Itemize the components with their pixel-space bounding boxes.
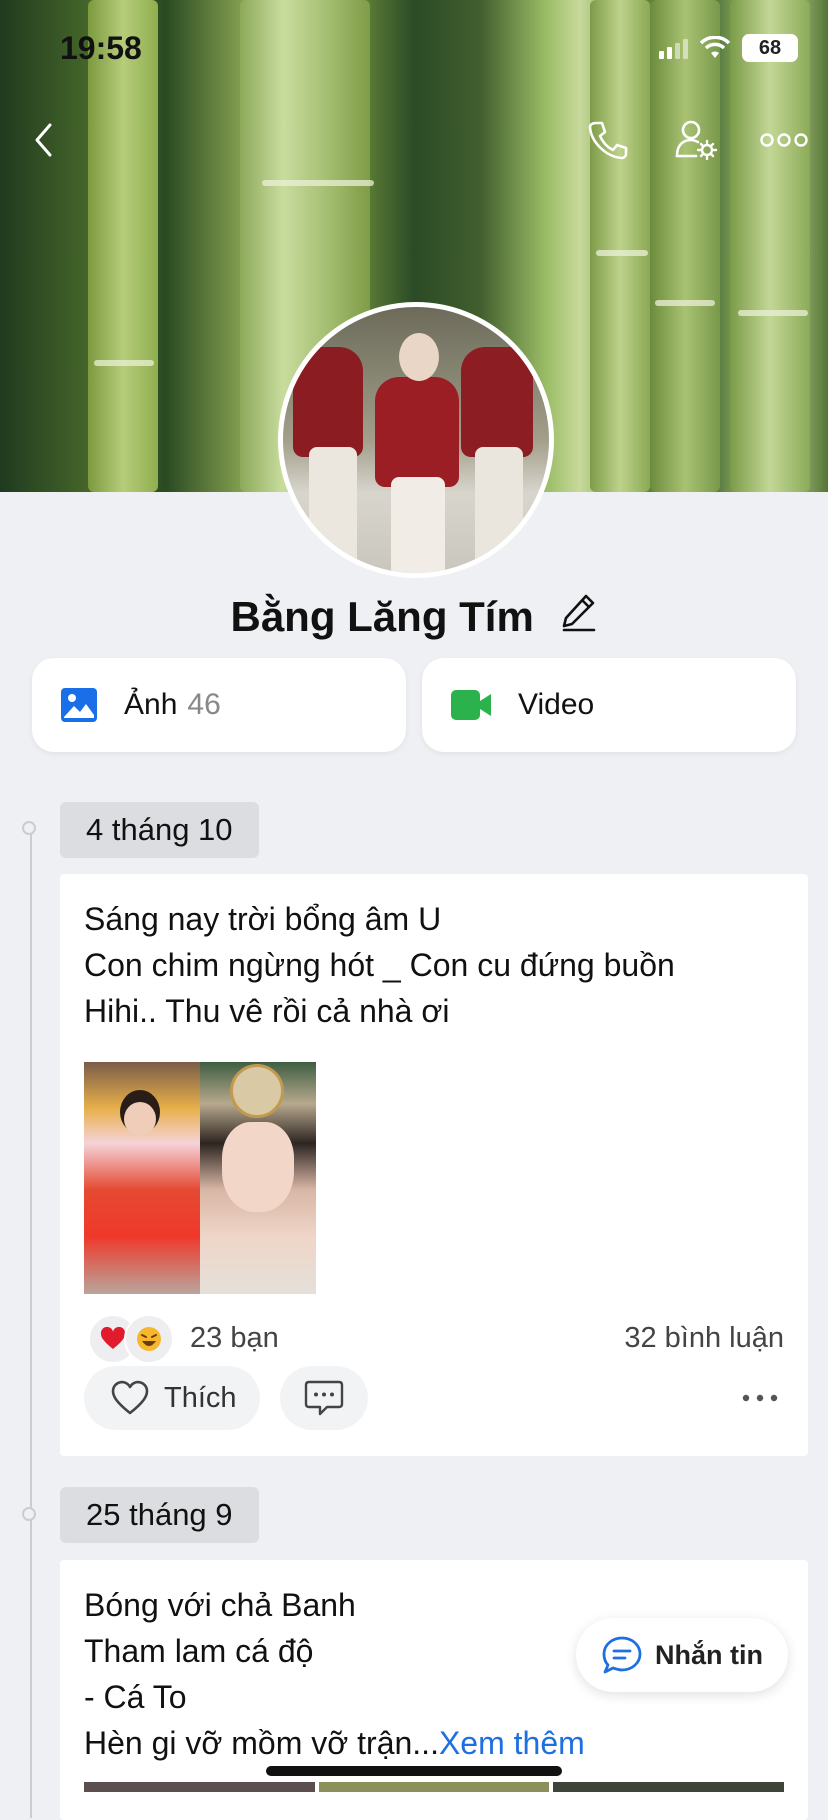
see-more-link[interactable]: Xem thêm: [439, 1725, 585, 1761]
post-text-line-truncated: Hèn gi vỡ mồm vỡ trận...: [84, 1725, 439, 1761]
post-text[interactable]: Bóng với chả Banh Tham lam cá độ - Cá To…: [84, 1582, 585, 1766]
send-message-button[interactable]: Nhắn tin: [576, 1618, 788, 1692]
home-indicator[interactable]: [266, 1766, 562, 1776]
post-actions: Thích: [84, 1366, 784, 1430]
comment-icon: [304, 1380, 344, 1416]
post-text-line: Bóng với chả Banh: [84, 1587, 356, 1623]
video-label: Video: [518, 688, 595, 721]
wifi-icon: [700, 36, 730, 58]
timeline-line: [30, 828, 32, 1818]
video-icon: [451, 690, 491, 720]
chat-bubble-icon: [602, 1636, 642, 1674]
back-button[interactable]: [14, 110, 74, 170]
profile-settings-button[interactable]: [666, 110, 726, 170]
post-more-button[interactable]: [740, 1380, 780, 1416]
send-message-label: Nhắn tin: [655, 1639, 763, 1670]
photos-card[interactable]: Ảnh 46: [32, 658, 406, 752]
post-photo[interactable]: [200, 1062, 316, 1294]
comment-button[interactable]: [280, 1366, 368, 1430]
photos-count: 46: [187, 688, 221, 721]
profile-name-row: Bằng Lăng Tím: [0, 590, 828, 642]
timeline-dot: [22, 1507, 36, 1521]
more-horizontal-icon: [760, 133, 808, 147]
signal-icon: [659, 37, 688, 59]
phone-icon: [588, 121, 628, 160]
post-text[interactable]: Sáng nay trời bổng âm U Con chim ngừng h…: [84, 896, 675, 1034]
timeline-dot: [22, 821, 36, 835]
image-icon: [61, 688, 97, 722]
post-date-chip: 4 tháng 10: [60, 802, 259, 858]
user-settings-icon: [675, 120, 718, 161]
edit-name-button[interactable]: [560, 592, 598, 642]
profile-avatar[interactable]: [278, 302, 554, 578]
reaction-count: 23 bạn: [190, 1322, 279, 1354]
post-photo[interactable]: [84, 1062, 200, 1294]
call-button[interactable]: [578, 110, 638, 170]
post-text-line: Hèn gi vỡ mồm vỡ trận...Xem thêm: [84, 1720, 585, 1766]
videos-card[interactable]: Video: [422, 658, 796, 752]
like-button[interactable]: Thích: [84, 1366, 260, 1430]
reaction-summary[interactable]: 23 bạn 32 bình luận: [84, 1314, 784, 1364]
post-text-line: Sáng nay trời bổng âm U: [84, 901, 442, 937]
post-text-line: Hihi.. Thu vê rồi cả nhà ơi: [84, 993, 450, 1029]
like-label: Thích: [164, 1381, 237, 1414]
post-photos[interactable]: [84, 1062, 316, 1294]
post-card[interactable]: Sáng nay trời bổng âm U Con chim ngừng h…: [60, 874, 808, 1456]
post-photo-strip[interactable]: [84, 1782, 785, 1792]
heart-icon: [111, 1380, 149, 1415]
pencil-icon: [562, 594, 595, 632]
status-time: 19:58: [60, 30, 142, 66]
post-text-line: Tham lam cá độ: [84, 1633, 314, 1669]
comment-count[interactable]: 32 bình luận: [624, 1322, 784, 1355]
post-date-chip: 25 tháng 9: [60, 1487, 259, 1543]
chevron-left-icon: [35, 123, 52, 157]
post-text-line: - Cá To: [84, 1679, 187, 1715]
more-options-button[interactable]: [754, 110, 814, 170]
battery-icon: 68: [742, 34, 798, 62]
photos-label: Ảnh: [124, 688, 178, 721]
laugh-reaction-icon: [124, 1314, 174, 1364]
profile-name: Bằng Lăng Tím: [230, 592, 534, 640]
status-icons: 68: [659, 34, 798, 62]
post-text-line: Con chim ngừng hót _ Con cu đứng buồn: [84, 947, 675, 983]
more-horizontal-icon: [742, 1394, 778, 1402]
